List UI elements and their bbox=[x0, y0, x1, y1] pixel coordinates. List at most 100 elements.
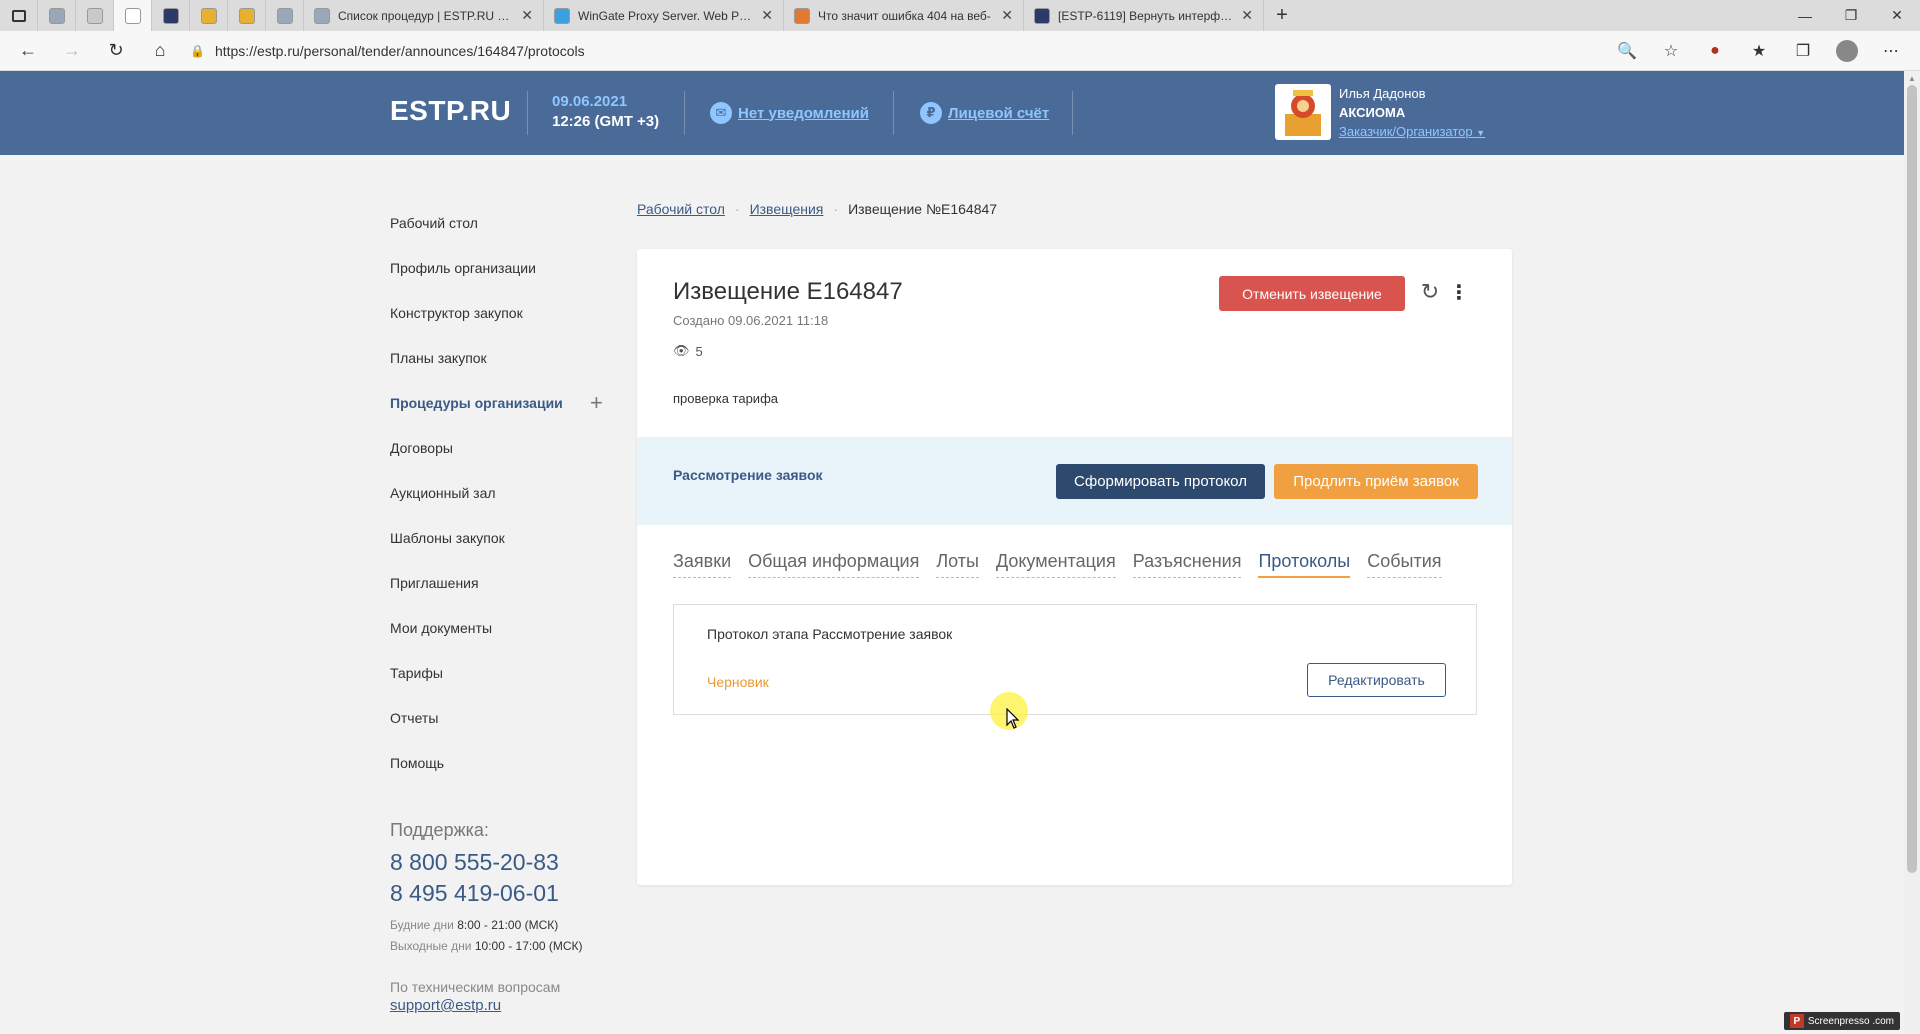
new-tab-button[interactable]: + bbox=[1264, 0, 1300, 31]
notice-tab[interactable]: Лоты bbox=[936, 551, 979, 578]
browser-tab[interactable] bbox=[190, 0, 228, 31]
close-tab-icon[interactable]: ✕ bbox=[761, 7, 773, 24]
breadcrumb-link[interactable]: Извещения bbox=[750, 201, 824, 217]
add-procedure-icon[interactable]: + bbox=[590, 390, 603, 416]
notice-tab[interactable]: Разъяснения bbox=[1132, 551, 1242, 578]
browser-tab[interactable] bbox=[76, 0, 114, 31]
user-menu[interactable]: Илья Дадонов АКСИОМА Заказчик/Организато… bbox=[1275, 84, 1485, 143]
tab-actions-button[interactable] bbox=[0, 0, 38, 31]
support-block: Поддержка: 8 800 555-20-83 8 495 419-06-… bbox=[390, 820, 650, 1014]
extend-applications-button[interactable]: Продлить приём заявок bbox=[1274, 464, 1478, 499]
cancel-notice-button[interactable]: Отменить извещение bbox=[1219, 276, 1405, 311]
notice-tab[interactable]: Заявки bbox=[673, 551, 732, 578]
browser-tab[interactable]: Что значит ошибка 404 на веб- ✕ bbox=[784, 0, 1024, 31]
url-field[interactable]: 🔒 https://estp.ru/personal/tender/announ… bbox=[190, 31, 585, 71]
sidebar-item[interactable]: Отчеты bbox=[390, 695, 610, 740]
role-dropdown[interactable]: Заказчик/Организатор ▼ bbox=[1339, 122, 1485, 143]
sidebar-item[interactable]: Профиль организации bbox=[390, 245, 610, 290]
close-tab-icon[interactable]: ✕ bbox=[1001, 7, 1013, 24]
avatar bbox=[1275, 84, 1331, 140]
extension-icon[interactable]: ● bbox=[1696, 35, 1734, 67]
forward-button[interactable]: → bbox=[50, 31, 94, 71]
browser-tab[interactable] bbox=[228, 0, 266, 31]
organization-name: АКСИОМА bbox=[1339, 105, 1406, 120]
views-value: 5 bbox=[695, 343, 703, 359]
browser-tab[interactable] bbox=[38, 0, 76, 31]
notice-tab[interactable]: Протоколы bbox=[1258, 551, 1351, 578]
mountain-icon bbox=[48, 7, 65, 24]
form-protocol-button[interactable]: Сформировать протокол bbox=[1056, 464, 1265, 499]
close-window-icon[interactable]: ✕ bbox=[1874, 0, 1920, 31]
browser-tab[interactable] bbox=[152, 0, 190, 31]
sidebar-item[interactable]: Договоры bbox=[390, 425, 610, 470]
sidebar-item-label: Аукционный зал bbox=[390, 484, 496, 501]
edit-protocol-button[interactable]: Редактировать bbox=[1307, 663, 1446, 697]
reload-button[interactable]: ↻ bbox=[94, 31, 138, 71]
user-info: Илья Дадонов АКСИОМА Заказчик/Организато… bbox=[1339, 84, 1485, 143]
sidebar-item[interactable]: Планы закупок bbox=[390, 335, 610, 380]
support-hours: Будние дни 8:00 - 21:00 (МСК) Выходные д… bbox=[390, 915, 650, 957]
close-tab-icon[interactable]: ✕ bbox=[521, 7, 533, 24]
jira-icon bbox=[1034, 7, 1050, 24]
browser-tab[interactable]: WinGate Proxy Server. Web Prox ✕ bbox=[544, 0, 784, 31]
sidebar-item[interactable]: Приглашения bbox=[390, 560, 610, 605]
settings-more-icon[interactable]: ⋯ bbox=[1872, 35, 1910, 67]
watermark-text: Screenpresso .com bbox=[1807, 1015, 1894, 1027]
sidebar-item[interactable]: Помощь bbox=[390, 740, 610, 785]
restore-icon[interactable]: ❐ bbox=[1828, 0, 1874, 31]
back-button[interactable]: ← bbox=[6, 31, 50, 71]
mountain-icon bbox=[314, 7, 330, 24]
add-favorite-icon[interactable]: ☆ bbox=[1652, 35, 1690, 67]
sidebar-item[interactable]: Аукционный зал bbox=[390, 470, 610, 515]
server-time: 12:26 (GMT +3) bbox=[552, 113, 660, 130]
notice-tab[interactable]: Общая информация bbox=[748, 551, 920, 578]
stage-label: Рассмотрение заявок bbox=[673, 467, 823, 483]
sidebar-item[interactable]: Мои документы bbox=[390, 605, 610, 650]
favorites-icon[interactable]: ★ bbox=[1740, 35, 1778, 67]
browser-tab[interactable] bbox=[266, 0, 304, 31]
header-divider bbox=[684, 91, 685, 135]
breadcrumb-link[interactable]: Рабочий стол bbox=[637, 201, 725, 217]
browser-tab-label: [ESTP-6119] Вернуть интерфейс bbox=[1058, 8, 1234, 23]
mail-icon: ✉ bbox=[710, 102, 732, 124]
browser-tab[interactable] bbox=[114, 0, 152, 31]
notifications-link[interactable]: ✉ Нет уведомлений bbox=[710, 102, 869, 124]
header-divider bbox=[527, 91, 528, 135]
server-date: 09.06.2021 bbox=[552, 93, 628, 110]
sidebar-item-label: Процедуры организации bbox=[390, 394, 563, 411]
browser-tab[interactable]: Список процедур | ESTP.RU Эле ✕ bbox=[304, 0, 544, 31]
notice-tabs: Заявки Общая информация Лоты Документация Ра… bbox=[673, 551, 1442, 578]
collections-icon[interactable]: ❐ bbox=[1784, 35, 1822, 67]
notice-tab[interactable]: Документация bbox=[995, 551, 1116, 578]
sidebar-item[interactable]: Конструктор закупок bbox=[390, 290, 610, 335]
sidebar-item[interactable]: Шаблоны закупок bbox=[390, 515, 610, 560]
support-phone-1[interactable]: 8 800 555-20-83 bbox=[390, 847, 650, 878]
weekend-hours: 10:00 - 17:00 (МСК) bbox=[474, 939, 583, 953]
scroll-up-icon[interactable]: ▲ bbox=[1904, 71, 1920, 85]
minimize-icon[interactable]: — bbox=[1782, 0, 1828, 31]
support-phone-2[interactable]: 8 495 419-06-01 bbox=[390, 878, 650, 909]
sidebar-item[interactable]: Тарифы bbox=[390, 650, 610, 695]
screenpresso-watermark: P Screenpresso .com bbox=[1783, 1012, 1900, 1030]
sidebar-item[interactable]: Рабочий стол bbox=[390, 200, 610, 245]
support-email-link[interactable]: support@estp.ru bbox=[390, 997, 650, 1014]
breadcrumb: Рабочий стол · Извещения · Извещение №Е1… bbox=[637, 200, 997, 218]
refresh-icon[interactable]: ↻ bbox=[1415, 277, 1445, 307]
notice-tab[interactable]: События bbox=[1367, 551, 1442, 578]
sidebar-nav: Рабочий стол Профиль организации Конструкт… bbox=[390, 200, 610, 785]
browser-tab[interactable]: [ESTP-6119] Вернуть интерфейс ✕ bbox=[1024, 0, 1264, 31]
home-button[interactable]: ⌂ bbox=[138, 31, 182, 71]
server-datetime: 09.06.2021 12:26 (GMT +3) bbox=[552, 93, 659, 130]
tool-icon bbox=[794, 7, 810, 24]
scrollbar-thumb[interactable] bbox=[1907, 85, 1917, 873]
stage-panel: Рассмотрение заявок Сформировать протоко… bbox=[637, 437, 1512, 525]
sidebar-item-label: Отчеты bbox=[390, 709, 439, 726]
more-options-icon[interactable]: ⋮ bbox=[1449, 277, 1469, 307]
page-scrollbar[interactable]: ▲ bbox=[1904, 71, 1920, 1034]
sidebar-item[interactable]: Процедуры организации + bbox=[390, 380, 610, 425]
site-logo[interactable]: ESTP.RU bbox=[390, 95, 511, 127]
zoom-icon[interactable]: 🔍 bbox=[1608, 35, 1646, 67]
account-link[interactable]: ₽ Лицевой счёт bbox=[920, 102, 1049, 124]
profile-icon[interactable] bbox=[1828, 35, 1866, 67]
close-tab-icon[interactable]: ✕ bbox=[1241, 7, 1253, 24]
